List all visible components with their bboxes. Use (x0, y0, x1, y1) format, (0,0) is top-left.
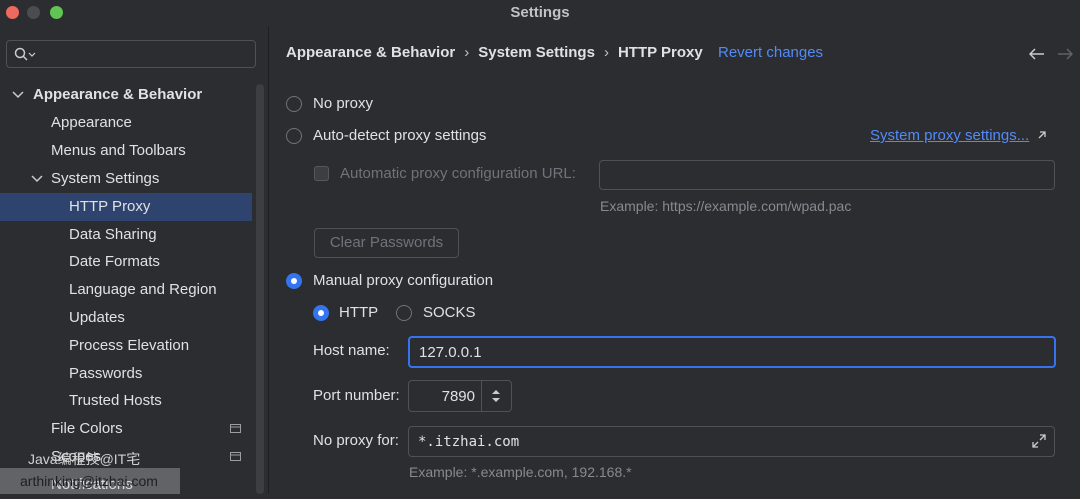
sidebar-item-process-elevation[interactable]: Process Elevation (0, 332, 252, 360)
breadcrumb-separator: › (603, 44, 609, 61)
no-proxy-for-label: No proxy for: (313, 432, 399, 449)
settings-main-panel: Appearance & Behavior › System Settings › HT… (269, 26, 1080, 494)
title-bar: Settings (0, 0, 1080, 26)
clear-passwords-button[interactable]: Clear Passwords (314, 228, 459, 258)
http-label[interactable]: HTTP (339, 304, 378, 321)
chevron-down-icon[interactable] (12, 90, 24, 100)
no-proxy-for-input[interactable]: *.itzhai.com (408, 426, 1055, 457)
no-proxy-radio[interactable] (286, 96, 302, 112)
sidebar-item-label: Date Formats (69, 253, 160, 270)
breadcrumb-item[interactable]: System Settings (478, 44, 595, 61)
sidebar-item-label: Data Sharing (69, 226, 157, 243)
sidebar-item-label: Updates (69, 309, 125, 326)
sidebar-item-trusted-hosts[interactable]: Trusted Hosts (0, 387, 252, 415)
sidebar-item-label: Appearance & Behavior (33, 86, 203, 103)
sidebar-item-label: Appearance (51, 114, 132, 131)
socks-radio[interactable] (396, 305, 412, 321)
stepper-divider (481, 381, 482, 411)
no-proxy-label[interactable]: No proxy (313, 95, 373, 112)
sidebar-item-label: Passwords (69, 365, 143, 382)
sidebar-item-updates[interactable]: Updates (0, 304, 252, 332)
watermark-text: Java编程技@IT宅 (28, 451, 141, 467)
breadcrumb: Appearance & Behavior › System Settings › HT… (286, 44, 703, 61)
sidebar-item-passwords[interactable]: Passwords (0, 360, 252, 388)
arrow-left-icon[interactable] (1029, 48, 1045, 60)
manual-proxy-label[interactable]: Manual proxy configuration (313, 272, 493, 289)
sidebar-item-label: Process Elevation (69, 337, 190, 354)
sidebar-item-menus-toolbars[interactable]: Menus and Toolbars (0, 137, 252, 165)
auto-config-url-input[interactable] (599, 160, 1055, 190)
sidebar-scrollbar[interactable] (256, 84, 264, 494)
port-number-label: Port number: (313, 387, 400, 404)
watermark-overlay: arthinking@itzhai.com (0, 468, 180, 494)
window-title: Settings (510, 4, 570, 21)
expand-icon[interactable] (1032, 434, 1046, 448)
search-icon (14, 47, 36, 61)
auto-detect-label[interactable]: Auto-detect proxy settings (313, 127, 486, 144)
auto-detect-radio[interactable] (286, 128, 302, 144)
settings-search-input[interactable] (6, 40, 256, 68)
sidebar-item-label: Trusted Hosts (69, 392, 162, 409)
breadcrumb-item: HTTP Proxy (617, 44, 703, 61)
sidebar-item-language-region[interactable]: Language and Region (0, 276, 252, 304)
auto-config-url-label: Automatic proxy configuration URL: (340, 165, 576, 182)
sidebar-item-data-sharing[interactable]: Data Sharing (0, 221, 252, 249)
no-proxy-for-example: Example: *.example.com, 192.168.* (409, 464, 632, 480)
sidebar-item-system-settings[interactable]: System Settings (0, 165, 252, 193)
arrow-right-icon[interactable] (1057, 48, 1073, 60)
port-number-stepper[interactable]: 7890 (408, 380, 512, 412)
auto-config-url-example: Example: https://example.com/wpad.pac (600, 198, 852, 214)
breadcrumb-separator: › (464, 44, 470, 61)
sidebar-item-label: Language and Region (69, 281, 217, 298)
breadcrumb-item[interactable]: Appearance & Behavior (286, 44, 455, 61)
project-level-icon (230, 452, 241, 461)
socks-label[interactable]: SOCKS (423, 304, 476, 321)
manual-proxy-radio[interactable] (286, 273, 302, 289)
settings-sidebar: Appearance & Behavior Appearance Menus a… (0, 26, 269, 494)
sidebar-item-appearance-behavior[interactable]: Appearance & Behavior (0, 81, 252, 109)
chevron-down-icon[interactable] (31, 174, 43, 184)
sidebar-item-label: HTTP Proxy (69, 198, 151, 215)
project-level-icon (230, 424, 241, 433)
sidebar-item-http-proxy[interactable]: HTTP Proxy (0, 193, 252, 221)
external-link-icon (1038, 131, 1047, 139)
http-radio[interactable] (313, 305, 329, 321)
host-name-input[interactable]: 127.0.0.1 (408, 336, 1056, 368)
sidebar-item-appearance[interactable]: Appearance (0, 109, 252, 137)
up-down-arrows-icon[interactable] (490, 389, 502, 403)
sidebar-item-label: System Settings (51, 170, 160, 187)
sidebar-item-file-colors[interactable]: File Colors (0, 415, 252, 443)
host-name-label: Host name: (313, 342, 390, 359)
system-proxy-settings-link[interactable]: System proxy settings... (870, 127, 1047, 144)
auto-config-url-checkbox[interactable] (314, 166, 329, 181)
revert-changes-link[interactable]: Revert changes (718, 44, 823, 61)
sidebar-item-label: Menus and Toolbars (51, 142, 186, 159)
sidebar-item-date-formats[interactable]: Date Formats (0, 248, 252, 276)
sidebar-item-label: File Colors (51, 420, 123, 437)
